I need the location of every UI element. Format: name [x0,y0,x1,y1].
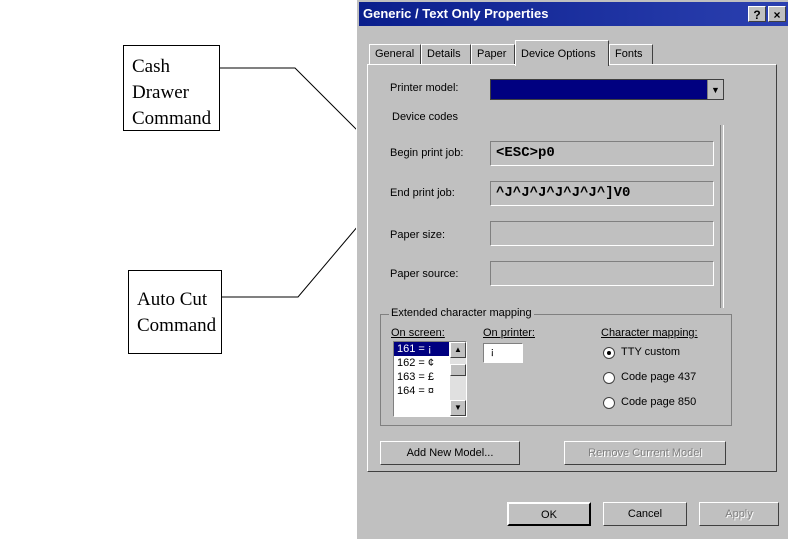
on-screen-label: On screen: [391,327,445,339]
scroll-up-icon[interactable]: ▲ [450,342,466,358]
paper-source-label: Paper source: [390,268,459,280]
chevron-down-icon[interactable]: ▼ [707,80,723,99]
radio-tty-custom[interactable] [603,347,615,359]
on-printer-label: On printer: [483,327,535,339]
tab-paper[interactable]: Paper [471,44,515,64]
printer-model-select[interactable]: ▼ [490,79,724,100]
paper-source-field[interactable] [490,261,714,286]
end-print-job-label: End print job: [390,187,455,199]
list-item[interactable]: 162 = ¢ [394,356,449,370]
device-options-panel: Printer model: ▼ Device codes Begin prin… [367,64,777,472]
list-item[interactable]: 163 = £ [394,370,449,384]
apply-button[interactable]: Apply [699,502,779,526]
close-button[interactable]: × [768,6,786,22]
dialog-titlebar[interactable]: Generic / Text Only Properties ? × [359,2,788,26]
device-codes-divider [720,125,724,308]
extended-character-mapping-title: Extended character mapping [389,307,534,319]
scroll-down-icon[interactable]: ▼ [450,400,466,416]
paper-size-field[interactable] [490,221,714,246]
device-codes-heading: Device codes [392,111,459,123]
radio-code-page-437[interactable] [603,372,615,384]
on-screen-list[interactable]: 161 = ¡ 162 = ¢ 163 = £ 164 = ¤ ▲ ▼ [393,341,467,417]
scroll-thumb[interactable] [450,364,466,376]
extended-character-mapping-group: Extended character mapping On screen: 16… [380,307,732,426]
tab-details[interactable]: Details [421,44,471,64]
list-item[interactable]: 161 = ¡ [394,342,449,356]
help-button[interactable]: ? [748,6,766,22]
tab-device-options[interactable]: Device Options [515,40,609,66]
radio-code-page-850-label[interactable]: Code page 850 [621,396,696,408]
begin-print-job-label: Begin print job: [390,147,464,159]
radio-tty-custom-label[interactable]: TTY custom [621,346,680,358]
properties-dialog: Generic / Text Only Properties ? × Gener… [356,0,788,539]
tab-general[interactable]: General [369,44,421,64]
tab-fonts[interactable]: Fonts [609,44,653,64]
end-print-job-field[interactable]: ^J^J^J^J^J^J^]V0 [490,181,714,206]
printer-model-label: Printer model: [390,82,459,94]
ok-button[interactable]: OK [507,502,591,526]
list-scrollbar[interactable]: ▲ ▼ [450,342,466,416]
on-printer-field[interactable]: ¡ [483,343,523,363]
add-new-model-button[interactable]: Add New Model... [380,441,520,465]
radio-code-page-437-label[interactable]: Code page 437 [621,371,696,383]
list-item[interactable]: 164 = ¤ [394,384,449,398]
begin-print-job-field[interactable]: <ESC>p0 [490,141,714,166]
paper-size-label: Paper size: [390,229,446,241]
remove-current-model-button[interactable]: Remove Current Model [564,441,726,465]
dialog-title: Generic / Text Only Properties [363,6,549,21]
character-mapping-label: Character mapping: [601,327,698,339]
cancel-button[interactable]: Cancel [603,502,687,526]
radio-code-page-850[interactable] [603,397,615,409]
